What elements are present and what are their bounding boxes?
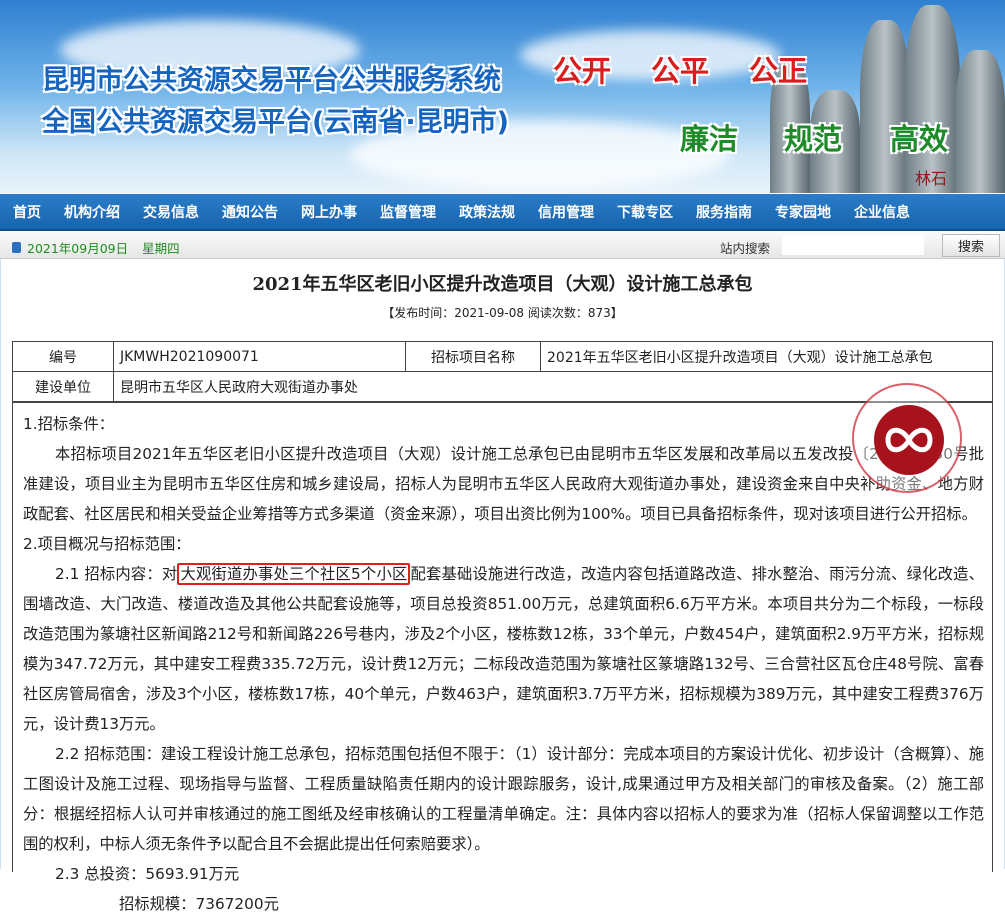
section-2-1-text: 配套基础设施进行改造，改造内容包括道路改造、排水整治、雨污分流、绿化改造、围墙改… — [23, 565, 984, 733]
search-label: 站内搜索 — [720, 241, 771, 256]
slogan: 廉洁 — [680, 122, 739, 156]
nav-about[interactable]: 机构介绍 — [64, 202, 120, 222]
slogan: 公正 — [749, 54, 808, 88]
slogan: 规范 — [784, 122, 843, 156]
nav-guide[interactable]: 服务指南 — [696, 202, 752, 222]
nav-experts[interactable]: 专家园地 — [775, 202, 831, 222]
nav-notices[interactable]: 通知公告 — [222, 202, 278, 222]
project-name-value: 2021年五华区老旧小区提升改造项目（大观）设计施工总承包 — [540, 341, 993, 372]
stone-label: 林石 — [915, 169, 948, 188]
header-banner: 昆明市公共资源交易平台公共服务系统 全国公共资源交易平台(云南省·昆明市) 公开… — [0, 0, 1005, 193]
highlight-box: 大观街道办事处三个社区5个小区 — [177, 563, 411, 585]
search-input[interactable] — [782, 235, 924, 255]
current-date: 2021年09月09日 星期四 — [12, 238, 180, 257]
section-2-1-prefix: 2.1 招标内容：对 — [55, 565, 178, 583]
code-label: 编号 — [12, 341, 114, 372]
nav-home[interactable]: 首页 — [13, 202, 41, 222]
section-2-heading: 2.项目概况与招标范围： — [23, 535, 191, 553]
section-2-3: 2.3 总投资：5693.91万元 — [55, 865, 240, 883]
slogan: 高效 — [890, 122, 949, 156]
date-search-bar: 2021年09月09日 星期四 站内搜索 搜索 — [0, 232, 1005, 259]
nav-supervision[interactable]: 监督管理 — [380, 202, 436, 222]
weekday-text: 星期四 — [142, 241, 180, 256]
unit-value: 昆明市五华区人民政府大观街道办事处 — [113, 371, 993, 402]
nav-credit[interactable]: 信用管理 — [538, 202, 594, 222]
bid-scale: 招标规模：7367200元 — [119, 895, 279, 913]
watermark-stamp — [852, 383, 962, 493]
logo-icon — [885, 427, 933, 453]
nav-online-services[interactable]: 网上办事 — [301, 202, 357, 222]
article-meta: 【发布时间：2021-09-08 阅读次数：873】 — [382, 306, 623, 320]
date-text: 2021年09月09日 — [27, 241, 129, 256]
article-title: 2021年五华区老旧小区提升改造项目（大观）设计施工总承包 — [252, 274, 753, 295]
site-subtitle: 全国公共资源交易平台(云南省·昆明市) — [42, 107, 509, 138]
section-2-2: 2.2 招标范围：建设工程设计施工总承包，招标范围包括但不限于：（1）设计部分：… — [23, 745, 984, 853]
section-2-1: 2.1 招标内容：对 大观街道办事处三个社区5个小区 配套基础设施进行改造，改造内容… — [23, 559, 984, 739]
nav-downloads[interactable]: 下载专区 — [617, 202, 673, 222]
unit-label: 建设单位 — [12, 371, 114, 402]
section-1-heading: 1.招标条件： — [23, 415, 115, 433]
code-value: JKMWH2021090071 — [113, 341, 406, 372]
project-info-table: 编号 JKMWH2021090071 招标项目名称 2021年五华区老旧小区提升… — [12, 341, 993, 402]
slogan: 公开 — [553, 54, 612, 88]
main-nav: 首页 机构介绍 交易信息 通知公告 网上办事 监督管理 政策法规 信用管理 下载… — [0, 194, 1005, 231]
project-name-label: 招标项目名称 — [405, 341, 541, 372]
nav-enterprise[interactable]: 企业信息 — [854, 202, 910, 222]
arrow-icon — [12, 242, 21, 253]
section-1-text: 本招标项目2021年五华区老旧小区提升改造项目（大观）设计施工总承包已由昆明市五… — [23, 445, 984, 523]
search-button[interactable]: 搜索 — [942, 234, 1000, 257]
site-title: 昆明市公共资源交易平台公共服务系统 — [42, 65, 501, 96]
slogan: 公平 — [651, 54, 710, 88]
nav-policies[interactable]: 政策法规 — [459, 202, 515, 222]
article-body: 1.招标条件： 本招标项目2021年五华区老旧小区提升改造项目（大观）设计施工总… — [12, 402, 993, 913]
nav-trade-info[interactable]: 交易信息 — [143, 202, 199, 222]
